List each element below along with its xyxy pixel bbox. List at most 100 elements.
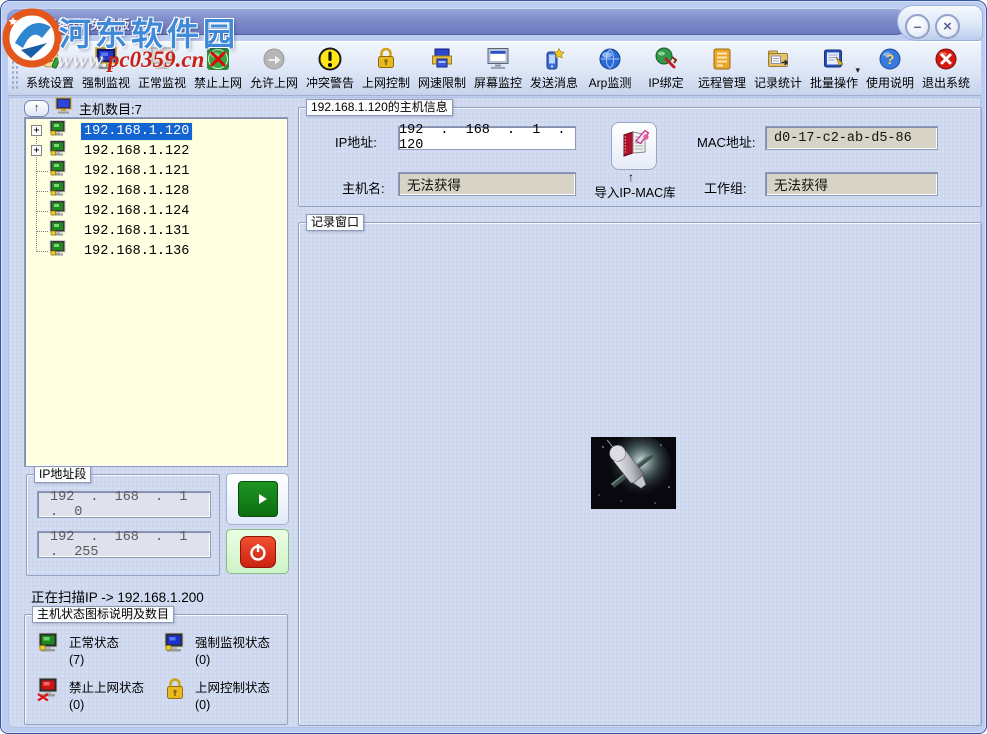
minimize-button[interactable]: –: [905, 14, 930, 39]
tree-branch-line: [36, 191, 48, 192]
import-ip-mac-button[interactable]: [611, 122, 657, 170]
toolbar-item-label: 屏幕监控: [474, 74, 522, 91]
close-button[interactable]: ×: [935, 14, 960, 39]
host-tree[interactable]: + 192.168.1.120 + 192.168.1.122 192.168.…: [24, 117, 288, 467]
toolbar-item-system-settings[interactable]: 系统设置: [22, 45, 78, 91]
toolbar-item-label: 上网控制: [362, 74, 410, 91]
toolbar-item-batch-operations[interactable]: ▾ 批量操作: [806, 45, 862, 91]
tree-branch-line: [36, 171, 48, 172]
host-info-group: 192.168.1.120的主机信息 IP地址: 192 . 168 . 1 .…: [298, 107, 982, 207]
remote-manage-icon: [708, 45, 736, 73]
toolbar-item-label: 批量操作: [810, 74, 858, 91]
collapse-up-button[interactable]: ↑: [24, 100, 49, 117]
tree-row-ip[interactable]: 192.168.1.128: [81, 183, 192, 200]
toolbar-item-label: 使用说明: [866, 74, 914, 91]
ip-range-end-input[interactable]: 192 . 168 . 1 . 255: [37, 531, 211, 558]
ip-label: IP地址:: [335, 132, 377, 151]
toolbar-item-internet-control[interactable]: 上网控制: [358, 45, 414, 91]
toolbar-item-label: 退出系统: [922, 74, 970, 91]
tree-row[interactable]: + 192.168.1.122: [25, 141, 287, 161]
ip-input[interactable]: 192 . 168 . 1 . 120: [398, 126, 576, 150]
stop-power-icon: [240, 536, 276, 568]
toolbar-item-exit-system[interactable]: 退出系统: [918, 45, 974, 91]
host-blocked-icon: [37, 677, 61, 706]
toolbar-item-allow-internet[interactable]: 允许上网: [246, 45, 302, 91]
toolbar-item-label: 强制监视: [82, 74, 130, 91]
toolbar-item-send-message[interactable]: 发送消息: [526, 45, 582, 91]
toolbar-item-normal-monitor[interactable]: 正常监视: [134, 45, 190, 91]
toolbar-item-label: 网速限制: [418, 74, 466, 91]
toolbar-item-conflict-warning[interactable]: 冲突警告: [302, 45, 358, 91]
record-stats-icon: [764, 45, 792, 73]
toolbar-item-screen-monitor[interactable]: 屏幕监控: [470, 45, 526, 91]
title-bar: 网络智约-免费版 6.1 – ×: [1, 1, 987, 41]
tree-row[interactable]: 192.168.1.128: [25, 181, 287, 201]
mac-label: MAC地址:: [697, 132, 756, 151]
tree-row[interactable]: + 192.168.1.120: [25, 121, 287, 141]
tree-row[interactable]: 192.168.1.136: [25, 241, 287, 261]
tree-branch-line: [36, 231, 48, 232]
stop-scan-button[interactable]: [226, 529, 289, 574]
toolbar-item-block-internet[interactable]: 禁止上网: [190, 45, 246, 91]
ip-binding-icon: [652, 45, 680, 73]
tree-row-ip[interactable]: 192.168.1.131: [81, 223, 192, 240]
legend-item: 禁止上网状态(0): [37, 677, 144, 712]
host-info-group-title: 192.168.1.120的主机信息: [306, 99, 453, 116]
app-window: 网络智约-免费版 6.1 – × 系统设置 强制监视 正常监视: [0, 0, 987, 734]
record-window-title: 记录窗口: [306, 214, 364, 231]
host-normal-icon: [49, 240, 67, 263]
toolbar-item-label: 允许上网: [250, 74, 298, 91]
tree-branch-line: [36, 251, 48, 252]
mac-value-field: d0-17-c2-ab-d5-86: [765, 126, 938, 150]
expand-icon[interactable]: +: [31, 145, 42, 156]
tree-row-ip[interactable]: 192.168.1.136: [81, 243, 192, 260]
start-scan-button[interactable]: [226, 473, 289, 525]
normal-monitor-icon: [148, 45, 176, 73]
tree-row[interactable]: 192.168.1.124: [25, 201, 287, 221]
host-forced-icon: [163, 632, 187, 661]
toolbar-item-label: Arp监测: [589, 74, 632, 91]
toolbar-item-label: IP绑定: [648, 74, 683, 91]
toolbar-item-arp-monitor[interactable]: Arp监测: [582, 45, 638, 91]
ip-range-start-input[interactable]: 192 . 168 . 1 . 0: [37, 491, 211, 518]
main-toolbar: 系统设置 强制监视 正常监视 禁止上网 允许上网: [8, 41, 981, 96]
toolbar-item-label: 远程管理: [698, 74, 746, 91]
host-controlled-icon: [163, 677, 187, 706]
toolbar-item-label: 发送消息: [530, 74, 578, 91]
tree-row-ip[interactable]: 192.168.1.121: [81, 163, 192, 180]
ip-range-group: IP地址段 192 . 168 . 1 . 0 192 . 168 . 1 . …: [26, 474, 220, 576]
tree-row-ip[interactable]: 192.168.1.122: [81, 143, 192, 160]
force-monitor-icon: [92, 45, 120, 73]
legend-group-title: 主机状态图标说明及数目: [32, 606, 174, 623]
ip-range-group-title: IP地址段: [34, 466, 91, 483]
block-internet-icon: [204, 45, 232, 73]
toolbar-item-label: 正常监视: [138, 74, 186, 91]
expand-icon[interactable]: +: [31, 125, 42, 136]
tree-row[interactable]: 192.168.1.131: [25, 221, 287, 241]
toolbar-item-label: 系统设置: [26, 74, 74, 91]
record-window-group: 记录窗口: [298, 222, 982, 726]
tree-row[interactable]: 192.168.1.121: [25, 161, 287, 181]
dropdown-caret-icon[interactable]: ▾: [855, 65, 860, 76]
hostname-value-field: 无法获得: [398, 172, 576, 196]
screen-monitor-icon: [484, 45, 512, 73]
toolbar-item-remote-manage[interactable]: 远程管理: [694, 45, 750, 91]
toolbar-grip[interactable]: [11, 50, 19, 90]
arp-monitor-icon: [596, 45, 624, 73]
conflict-warning-icon: [316, 45, 344, 73]
toolbar-item-ip-binding[interactable]: IP绑定: [638, 45, 694, 91]
tree-row-ip[interactable]: 192.168.1.124: [81, 203, 192, 220]
toolbar-item-label: 记录统计: [754, 74, 802, 91]
toolbar-item-help[interactable]: ? 使用说明: [862, 45, 918, 91]
toolbar-item-force-monitor[interactable]: 强制监视: [78, 45, 134, 91]
host-status-legend-group: 主机状态图标说明及数目 正常状态(7) 强制监视状态(0) 禁止上网状态(0) …: [24, 614, 288, 725]
host-count-label: 主机数目:7: [79, 99, 142, 118]
toolbar-item-speed-limit[interactable]: 网速限制: [414, 45, 470, 91]
satellite-image: [591, 437, 676, 509]
tree-row-ip[interactable]: 192.168.1.120: [81, 123, 192, 140]
tree-branch-line: [36, 211, 48, 212]
toolbar-item-record-stats[interactable]: 记录统计: [750, 45, 806, 91]
green-arrow-icon: [238, 481, 278, 517]
scan-status-text: 正在扫描IP -> 192.168.1.200: [31, 586, 204, 606]
host-normal-icon: [37, 632, 61, 661]
